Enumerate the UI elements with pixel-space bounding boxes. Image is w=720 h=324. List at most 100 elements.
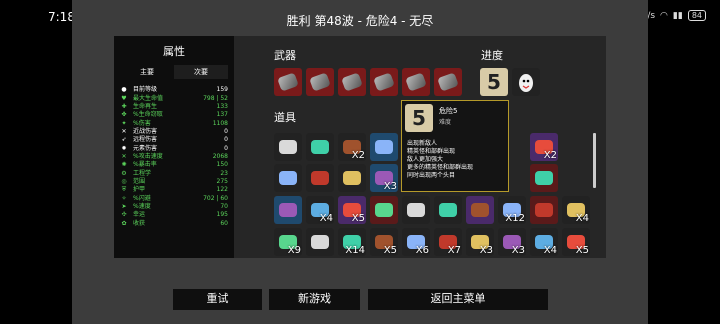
crit-icon: ✺	[121, 161, 127, 169]
attribute-row: ✚ 生命再生 133	[120, 103, 228, 111]
attribute-value: 0	[224, 127, 228, 135]
tooltip-subtitle: 难度	[439, 119, 452, 126]
item-slot[interactable]: X2	[530, 133, 558, 161]
item-slot[interactable]	[274, 196, 302, 224]
attribute-value: 195	[216, 211, 228, 219]
tab-main[interactable]: 主要	[120, 65, 174, 79]
tab-secondary[interactable]: 次要	[174, 65, 228, 79]
item-slot[interactable]	[338, 164, 366, 192]
attribute-row: ✺ %暴击率 150	[120, 161, 228, 169]
item-icon	[375, 140, 393, 154]
item-slot[interactable]: X4	[306, 196, 334, 224]
item-slot[interactable]	[434, 196, 462, 224]
attributes-panel: 属性 主要 次要 ● 目前等级 159 ♥ 最大生命值 798 | 52 ✚ 生命再生 133 ✤…	[114, 36, 234, 258]
egg-character-icon	[519, 74, 533, 92]
item-slot[interactable]: X2	[338, 133, 366, 161]
attribute-value: 275	[216, 177, 228, 185]
item-slot[interactable]	[274, 164, 302, 192]
attribute-label: 目前等级	[133, 86, 158, 94]
tooltip-line: 同时出现两个头目	[407, 172, 456, 179]
attribute-row: ✤ %生命窃取 137	[120, 111, 228, 119]
attribute-value: 70	[220, 202, 228, 210]
retry-button[interactable]: 重试	[173, 289, 262, 310]
attribute-label: 收获	[133, 219, 146, 227]
item-count: X2	[543, 150, 557, 161]
weapon-slot[interactable]	[434, 68, 462, 96]
item-slot[interactable]: X7	[434, 228, 462, 256]
item-slot[interactable]: X4	[562, 196, 590, 224]
item-slot[interactable]: X6	[402, 228, 430, 256]
tooltip-line: 敌人更加强大	[407, 156, 444, 163]
attribute-row: ● 目前等级 159	[120, 86, 228, 94]
weapon-slot[interactable]	[274, 68, 302, 96]
item-slot[interactable]	[306, 133, 334, 161]
page-title: 胜利 第48波 - 危险4 - 无尽	[286, 14, 434, 28]
attribute-row: ✣ 幸运 195	[120, 211, 228, 219]
attribute-label: 近战伤害	[133, 127, 158, 135]
item-slot[interactable]: X3	[498, 228, 526, 256]
item-count: X4	[543, 245, 557, 256]
tooltip-line: 精英怪和部群出现	[407, 148, 456, 155]
status-time: 7:18	[48, 10, 75, 24]
item-slot[interactable]	[274, 133, 302, 161]
weapon-slot[interactable]	[402, 68, 430, 96]
attributes-tabs: 主要 次要	[120, 65, 228, 79]
item-icon	[311, 140, 329, 154]
weapon-slot[interactable]	[306, 68, 334, 96]
attribute-value: 60	[220, 219, 228, 227]
attribute-value: 798 | 52	[203, 94, 228, 102]
minigun-icon	[437, 72, 459, 92]
item-slot[interactable]: X5	[562, 228, 590, 256]
harvest-icon: ✿	[121, 219, 127, 227]
item-slot[interactable]: X14	[338, 228, 366, 256]
danger-level-icon[interactable]: 5	[480, 68, 508, 96]
attribute-label: 远程伤害	[133, 136, 158, 144]
ranged-icon: ➶	[121, 136, 127, 144]
attribute-value: 133	[216, 102, 228, 110]
item-slot[interactable]: X12	[498, 196, 526, 224]
progress-title: 进度	[481, 49, 503, 62]
main-menu-button[interactable]: 返回主菜单	[368, 289, 548, 310]
new-game-button[interactable]: 新游戏	[269, 289, 360, 310]
item-slot[interactable]	[530, 196, 558, 224]
attribute-value: 137	[216, 111, 228, 119]
item-slot[interactable]: X5	[370, 228, 398, 256]
weapon-slot[interactable]	[370, 68, 398, 96]
attribute-label: 元素伤害	[133, 144, 158, 152]
item-slot[interactable]: X3	[370, 164, 398, 192]
item-slot[interactable]	[466, 196, 494, 224]
item-slot[interactable]: X5	[338, 196, 366, 224]
character-progress-slot[interactable]	[512, 68, 540, 96]
attribute-row: ◎ 范围 275	[120, 178, 228, 186]
item-count: X4	[575, 213, 589, 224]
battery-icon: 84	[687, 10, 706, 21]
item-slot[interactable]	[530, 164, 558, 192]
attribute-value: 2068	[212, 152, 228, 160]
item-slot[interactable]: X9	[274, 228, 302, 256]
attribute-label: 最大生命值	[133, 94, 164, 102]
attribute-value: 150	[216, 161, 228, 169]
attribute-value: 0	[224, 144, 228, 152]
item-slot[interactable]	[370, 133, 398, 161]
item-slot[interactable]: X4	[530, 228, 558, 256]
attribute-label: %暴击率	[133, 161, 157, 169]
item-icon	[343, 171, 361, 185]
items-scrollbar[interactable]	[593, 133, 596, 188]
attribute-row: ✿ 收获 60	[120, 220, 228, 228]
item-slot[interactable]	[306, 164, 334, 192]
item-count: X9	[287, 245, 301, 256]
item-slot[interactable]	[370, 196, 398, 224]
item-slot[interactable]	[402, 196, 430, 224]
item-slot[interactable]	[306, 228, 334, 256]
item-slot[interactable]: X3	[466, 228, 494, 256]
attribute-label: %闪避	[133, 194, 151, 202]
item-count: X14	[345, 245, 365, 256]
attribute-row: ✦ %伤害 1108	[120, 119, 228, 127]
attributes-title: 属性	[163, 45, 185, 58]
weapon-slot[interactable]	[338, 68, 366, 96]
signal-icon: ▮▮	[672, 10, 683, 21]
attribute-row: ✹ 元素伤害 0	[120, 144, 228, 152]
level-icon: ●	[121, 86, 127, 94]
minigun-icon	[277, 72, 299, 92]
range-icon: ◎	[121, 177, 127, 185]
